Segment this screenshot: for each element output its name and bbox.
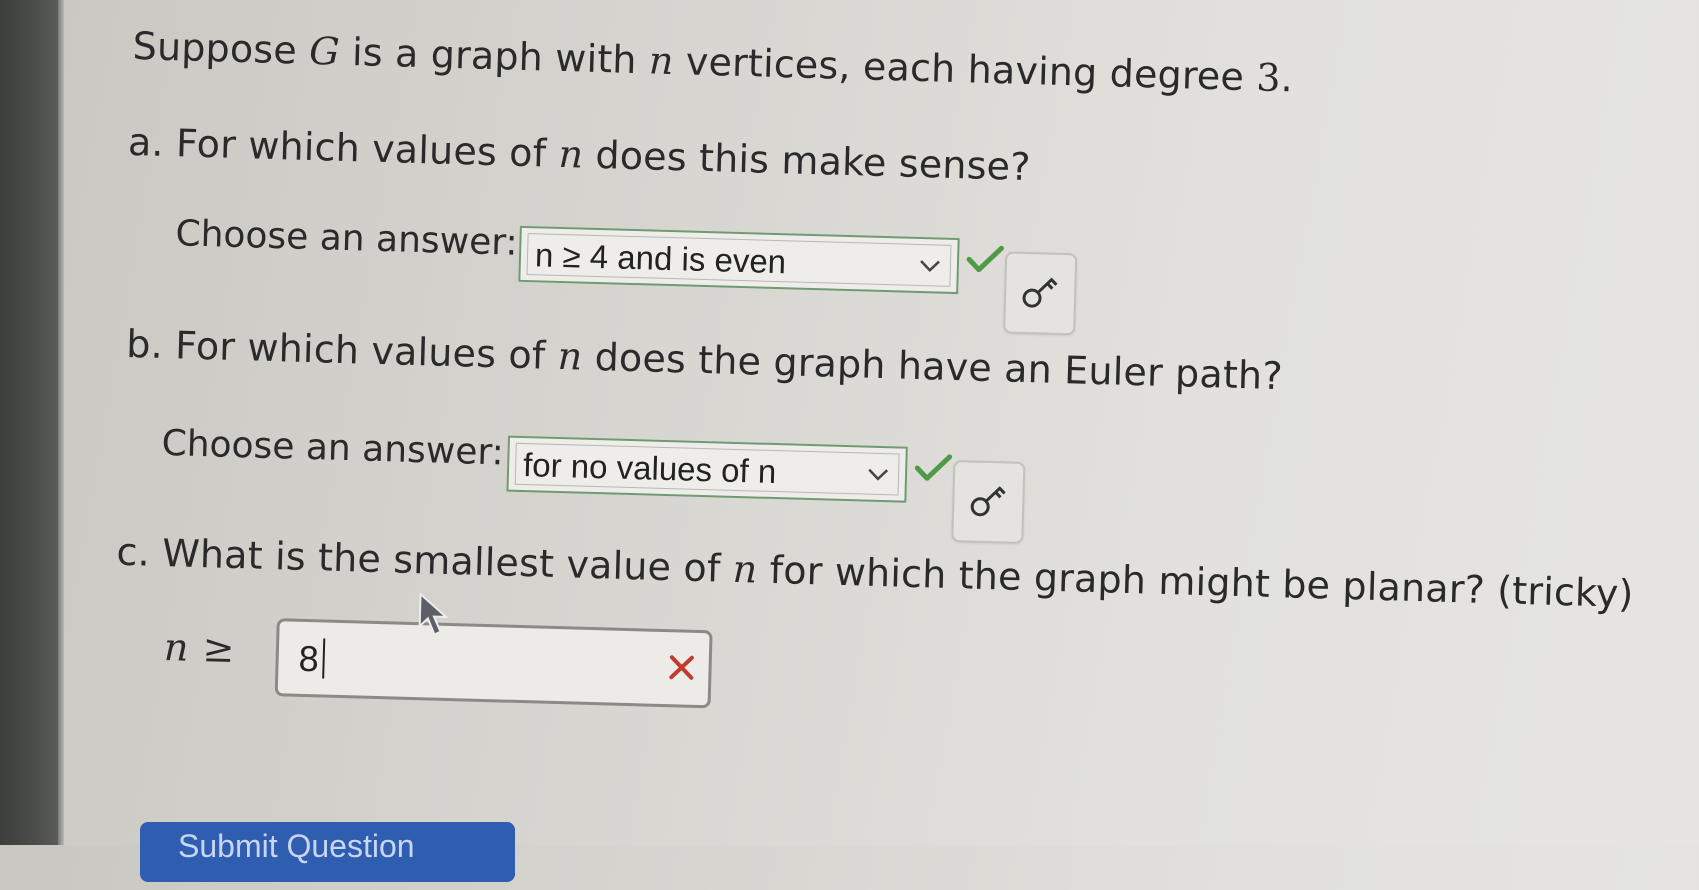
math-var-n: n bbox=[648, 38, 675, 84]
part-a-prompt: a. For which values of n does this make … bbox=[127, 120, 1031, 189]
part-a-selected-value: n ≥ 4 and is even bbox=[534, 236, 787, 281]
part-a-suffix: does this make sense? bbox=[582, 132, 1032, 190]
part-a-answer-select[interactable]: n ≥ 4 and is even bbox=[518, 225, 960, 295]
part-c-answer-input[interactable]: 8 bbox=[274, 618, 713, 709]
question-intro: Suppose G is a graph with n vertices, ea… bbox=[132, 24, 1293, 100]
part-b-choose-label: Choose an answer: bbox=[161, 422, 505, 474]
part-c-prefix: c. What is the smallest value of bbox=[116, 529, 734, 591]
part-b-prefix: b. For which values of bbox=[125, 321, 559, 378]
check-icon bbox=[966, 245, 1004, 273]
mouse-pointer-icon bbox=[418, 592, 449, 636]
intro-text-post: vertices, each having degree bbox=[673, 39, 1257, 100]
part-c-input-label: n ≥ bbox=[163, 625, 235, 671]
x-icon bbox=[669, 655, 694, 680]
part-b-selected-value: for no values of n bbox=[522, 446, 777, 491]
part-b-suffix: does the graph have an Euler path? bbox=[581, 334, 1284, 399]
math-var-n: n bbox=[163, 625, 190, 670]
math-geq: ≥ bbox=[202, 626, 236, 672]
math-var-g: G bbox=[308, 28, 341, 74]
intro-text: Suppose bbox=[132, 23, 310, 73]
part-b-hint-button[interactable] bbox=[951, 460, 1026, 544]
submit-button-label: Submit Question bbox=[178, 828, 415, 864]
math-degree: 3 bbox=[1255, 55, 1282, 100]
text-caret bbox=[322, 638, 326, 679]
part-a-hint-button[interactable] bbox=[1003, 251, 1078, 336]
check-icon bbox=[914, 454, 953, 481]
part-b-prompt: b. For which values of n does the graph … bbox=[126, 322, 1283, 398]
question-screen: Suppose G is a graph with n vertices, ea… bbox=[40, 0, 1698, 890]
part-c-prompt: c. What is the smallest value of n for w… bbox=[116, 530, 1634, 616]
math-var-n: n bbox=[557, 131, 584, 177]
chevron-down-icon bbox=[920, 260, 940, 273]
part-a-prefix: a. For which values of bbox=[127, 119, 560, 176]
part-b-answer-select[interactable]: for no values of n bbox=[506, 435, 908, 503]
hint-key-icon bbox=[970, 486, 1006, 517]
part-c-suffix: for which the graph might be planar? (tr… bbox=[756, 547, 1635, 617]
intro-text-mid: is a graph with bbox=[339, 29, 650, 83]
chevron-down-icon bbox=[868, 468, 889, 481]
part-a-choose-label: Choose an answer: bbox=[174, 213, 519, 264]
hint-key-icon bbox=[1022, 277, 1058, 308]
intro-period: . bbox=[1280, 56, 1294, 101]
submit-question-button[interactable]: Submit Question bbox=[140, 822, 515, 882]
part-c-input-value: 8 bbox=[298, 637, 320, 680]
math-var-n: n bbox=[557, 333, 584, 379]
math-var-n: n bbox=[732, 546, 759, 592]
